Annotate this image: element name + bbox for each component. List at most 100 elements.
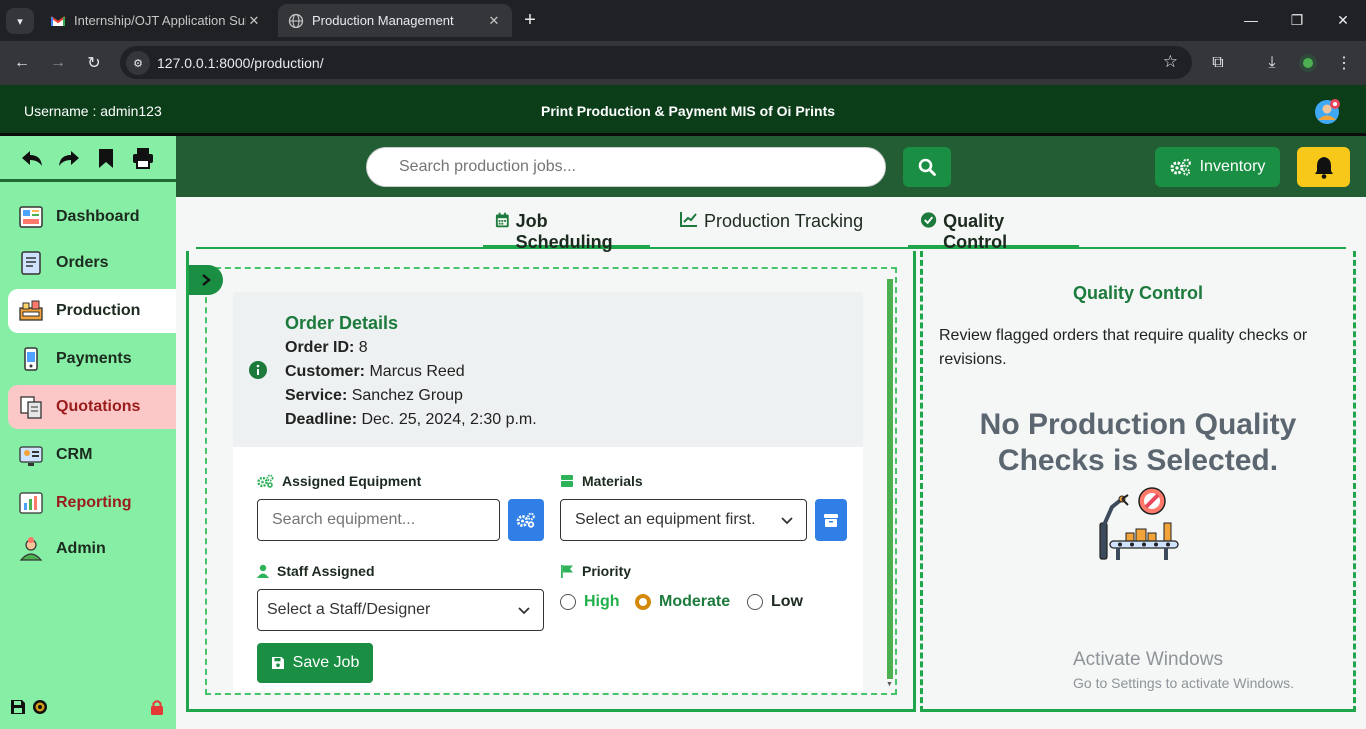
address-bar[interactable]: ⚙ 127.0.0.1:8000/production/ ☆: [120, 46, 1192, 79]
reload-icon[interactable]: ↻: [80, 49, 108, 77]
sidebar-item-label: Payments: [56, 350, 132, 367]
tab-job-scheduling[interactable]: Job Scheduling: [483, 211, 650, 252]
panel-border: [920, 709, 1356, 712]
staff-select[interactable]: Select a Staff/Designer: [257, 589, 544, 631]
chevron-right-icon: [202, 274, 211, 286]
quality-control-description: Review flagged orders that require quali…: [939, 327, 1308, 368]
tab-quality-control[interactable]: Quality Control: [908, 211, 1079, 252]
forward-icon[interactable]: →: [44, 49, 72, 77]
app-header: Username : admin123 Print Production & P…: [0, 85, 1366, 136]
watermark-subtitle: Go to Settings to activate Windows.: [1073, 675, 1294, 691]
quality-control-title: Quality Control: [1073, 283, 1203, 303]
priority-high-radio[interactable]: High: [560, 593, 620, 611]
radio-button[interactable]: [560, 594, 576, 610]
priority-low-radio[interactable]: Low: [747, 593, 803, 611]
customer-row: Customer: Marcus Reed: [285, 360, 537, 384]
extensions-icon[interactable]: ⧉: [1206, 51, 1230, 75]
order-details-card: Order Details Order ID: 8 Customer: Marc…: [233, 292, 863, 447]
materials-add-button[interactable]: [815, 499, 847, 541]
tab-title: Production Management: [312, 13, 454, 28]
watermark-title: Activate Windows: [1073, 649, 1223, 670]
search-button[interactable]: [903, 147, 951, 187]
sidebar-item-label: Reporting: [56, 494, 132, 511]
new-tab-button[interactable]: +: [518, 8, 542, 32]
job-scheduling-panel: ▼ Order Details Order ID: 8 Customer: Ma…: [186, 251, 916, 712]
job-form-card: Assigned Equipment Materials Select an e…: [233, 447, 863, 691]
sidebar-item-dashboard[interactable]: Dashboard: [8, 195, 176, 239]
sidebar-item-crm[interactable]: CRM: [8, 433, 176, 477]
search-input[interactable]: [367, 148, 885, 186]
minimize-icon[interactable]: —: [1236, 8, 1266, 32]
customer-value: Marcus Reed: [369, 363, 465, 380]
browser-tab-gmail[interactable]: Internship/OJT Application Sub ✕: [40, 4, 272, 37]
bookmark-star-icon[interactable]: ☆: [1163, 52, 1178, 72]
search-icon: [918, 158, 936, 176]
sidebar-item-reporting[interactable]: Reporting: [8, 481, 176, 525]
boxes-icon: [561, 475, 573, 487]
close-tab-icon[interactable]: ✕: [486, 13, 502, 29]
sidebar-item-production[interactable]: Production: [8, 289, 176, 333]
sidebar-item-quotations[interactable]: Quotations: [8, 385, 176, 429]
order-id-label: Order ID:: [285, 339, 355, 356]
globe-icon: [288, 13, 304, 28]
inventory-button[interactable]: Inventory: [1155, 147, 1280, 187]
save-icon[interactable]: [10, 699, 26, 715]
scrollbar[interactable]: [887, 279, 893, 679]
url-text: 127.0.0.1:8000/production/: [157, 55, 324, 71]
browser-toolbar: ← → ↻ ⚙ 127.0.0.1:8000/production/ ☆ ⧉ ⤓…: [0, 41, 1366, 85]
equipment-lookup-button[interactable]: [508, 499, 544, 541]
close-window-icon[interactable]: ✕: [1328, 8, 1358, 32]
radio-button[interactable]: [747, 594, 763, 610]
quality-control-panel: Quality Control Review flagged orders th…: [920, 251, 1356, 712]
lock-icon[interactable]: [150, 699, 164, 715]
undo-icon[interactable]: [20, 146, 44, 170]
service-row: Service: Sanchez Group: [285, 384, 537, 408]
archive-box-icon: [824, 514, 838, 527]
radio-button[interactable]: [635, 594, 651, 610]
save-job-button[interactable]: Save Job: [257, 643, 373, 683]
gears-icon: [516, 512, 535, 528]
production-icon: [19, 300, 43, 321]
history-icon[interactable]: [32, 699, 48, 715]
browser-tab-production[interactable]: Production Management ✕: [278, 4, 512, 37]
assigned-equipment-label: Assigned Equipment: [257, 473, 421, 489]
flag-icon: [561, 565, 573, 578]
dashboard-icon: [19, 206, 43, 228]
notifications-button[interactable]: [1297, 147, 1350, 187]
materials-label: Materials: [560, 473, 643, 489]
sidebar-item-orders[interactable]: Orders: [8, 241, 176, 285]
user-tie-icon: [257, 564, 269, 578]
user-avatar-icon[interactable]: [1313, 97, 1341, 125]
download-icon[interactable]: ⤓: [1260, 51, 1284, 75]
orders-icon: [21, 251, 41, 275]
materials-select[interactable]: Select an equipment first.: [560, 499, 807, 541]
tab-title: Internship/OJT Application Sub: [74, 13, 246, 28]
redo-icon[interactable]: [57, 146, 81, 170]
collapse-toggle-button[interactable]: [189, 265, 223, 295]
back-icon[interactable]: ←: [8, 49, 36, 77]
equipment-search-field[interactable]: [257, 499, 500, 541]
search-field[interactable]: [366, 147, 886, 187]
print-icon[interactable]: [131, 146, 155, 170]
deadline-row: Deadline: Dec. 25, 2024, 2:30 p.m.: [285, 408, 537, 432]
priority-moderate-radio[interactable]: Moderate: [635, 593, 730, 611]
gears-icon: [1170, 158, 1191, 176]
sidebar-item-payments[interactable]: Payments: [8, 337, 176, 381]
equipment-search-input[interactable]: [272, 511, 499, 529]
close-tab-icon[interactable]: ✕: [246, 13, 262, 29]
tab-production-tracking[interactable]: Production Tracking: [668, 211, 878, 249]
bookmark-icon[interactable]: [94, 146, 118, 170]
order-id-value: 8: [358, 339, 368, 356]
profile-icon[interactable]: [1296, 51, 1320, 75]
scroll-down-icon[interactable]: ▼: [886, 681, 893, 688]
sidebar-item-admin[interactable]: Admin: [8, 527, 176, 571]
bell-icon: [1314, 157, 1333, 179]
site-info-icon[interactable]: ⚙: [126, 51, 150, 75]
menu-icon[interactable]: ⋮: [1332, 51, 1356, 75]
save-button-label: Save Job: [292, 654, 360, 671]
tab-search-button[interactable]: ▾: [6, 8, 34, 34]
restore-icon[interactable]: ❐: [1282, 8, 1312, 32]
app-title: Print Production & Payment MIS of Oi Pri…: [540, 103, 836, 119]
deadline-label: Deadline:: [285, 411, 358, 428]
quotations-icon: [20, 396, 42, 419]
